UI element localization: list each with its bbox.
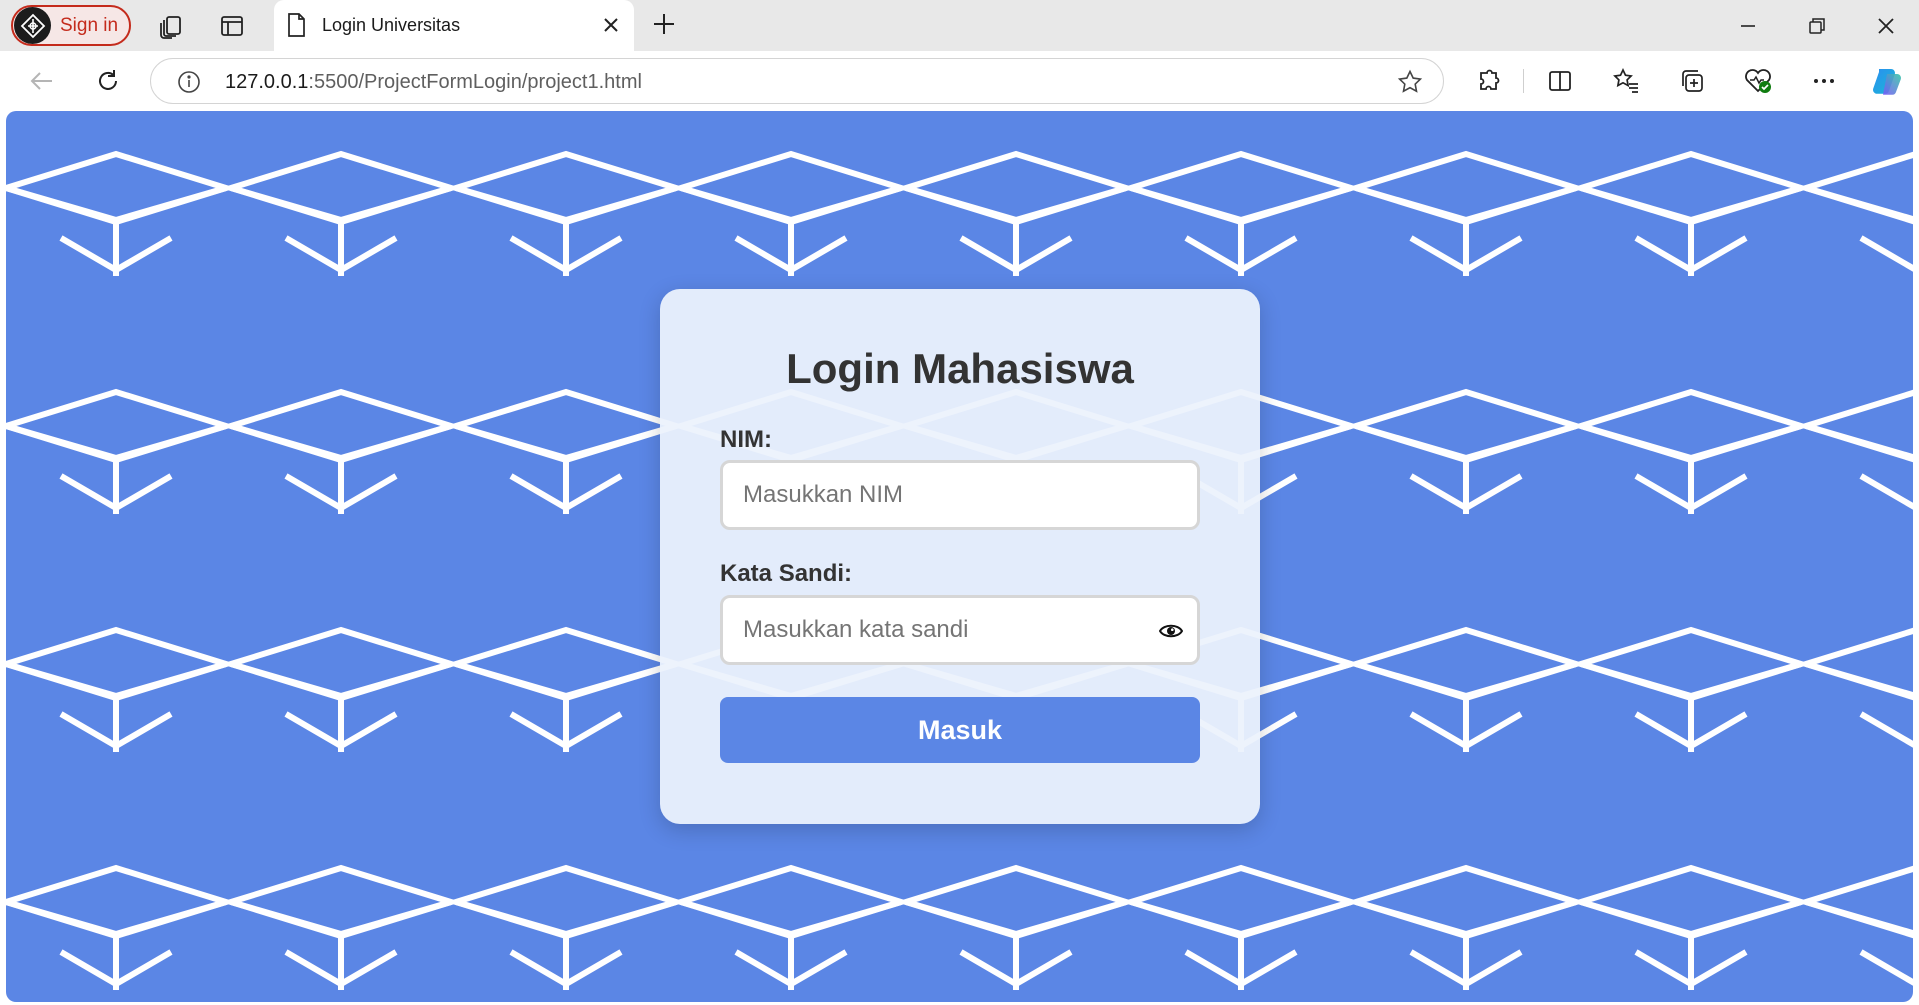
workspaces-icon[interactable] (155, 10, 187, 42)
nim-label: NIM: (720, 426, 772, 453)
graduation-cap-icon (456, 868, 676, 990)
graduation-cap-icon (1806, 868, 1913, 990)
profile-button[interactable]: Sign in (11, 5, 131, 46)
profile-label: Sign in (60, 14, 119, 36)
extensions-icon[interactable] (1470, 63, 1506, 99)
graduation-cap-icon (906, 154, 1126, 276)
graduation-cap-icon (231, 868, 451, 990)
graduation-cap-icon (456, 154, 676, 276)
split-screen-icon[interactable] (1542, 63, 1578, 99)
graduation-cap-icon (1581, 154, 1801, 276)
graduation-cap-icon (1806, 630, 1913, 752)
password-field[interactable] (720, 595, 1200, 665)
browser-toolbar: 127.0.0.1:5500/ProjectFormLogin/project1… (0, 51, 1919, 110)
graduation-cap-icon (681, 154, 901, 276)
login-card: Login Mahasiswa NIM: Kata Sandi: Masuk (660, 289, 1260, 824)
new-tab-icon[interactable] (650, 10, 678, 43)
graduation-cap-icon (456, 392, 676, 514)
browser-tab-bar: Sign in Login Universitas (0, 0, 1919, 51)
page-icon (284, 12, 308, 43)
url-path: :5500/ProjectFormLogin/project1.html (308, 71, 642, 93)
more-options-icon[interactable] (1806, 63, 1842, 99)
close-tab-icon[interactable] (598, 12, 624, 43)
nim-field[interactable] (720, 460, 1200, 530)
page-title: Login Mahasiswa (786, 345, 1134, 392)
graduation-cap-icon (1356, 630, 1576, 752)
graduation-cap-icon (6, 154, 226, 276)
graduation-cap-icon (6, 392, 226, 514)
restore-icon[interactable] (1797, 8, 1837, 44)
url-host: 127.0.0.1 (225, 71, 309, 93)
graduation-cap-icon (1131, 868, 1351, 990)
tab-login-universitas[interactable]: Login Universitas (274, 0, 634, 51)
nim-input[interactable] (723, 463, 1197, 527)
password-input[interactable] (723, 598, 1197, 662)
graduation-cap-icon (906, 868, 1126, 990)
graduation-cap-icon (1806, 154, 1913, 276)
favorites-icon[interactable] (1608, 63, 1644, 99)
graduation-cap-icon (456, 630, 676, 752)
tab-actions-icon[interactable] (216, 10, 248, 42)
close-window-icon[interactable] (1866, 8, 1906, 44)
graduation-cap-icon (1581, 630, 1801, 752)
site-info-icon[interactable] (177, 70, 201, 99)
password-label: Kata Sandi: (720, 560, 853, 587)
url-text: 127.0.0.1:5500/ProjectFormLogin/project1… (225, 71, 642, 94)
graduation-cap-icon (231, 392, 451, 514)
tab-title: Login Universitas (322, 15, 461, 35)
eye-icon[interactable] (1158, 622, 1184, 645)
copilot-icon[interactable] (1868, 63, 1904, 99)
graduation-cap-icon (6, 630, 226, 752)
login-button[interactable]: Masuk (720, 697, 1200, 763)
graduation-cap-icon (1356, 868, 1576, 990)
refresh-icon[interactable] (90, 63, 126, 99)
address-bar[interactable]: 127.0.0.1:5500/ProjectFormLogin/project1… (150, 58, 1444, 104)
collections-icon[interactable] (1674, 63, 1710, 99)
back-arrow-icon[interactable] (24, 63, 60, 99)
graduation-cap-icon (231, 154, 451, 276)
favorite-star-icon[interactable] (1397, 69, 1423, 100)
graduation-cap-icon (1581, 868, 1801, 990)
graduation-cap-icon (681, 868, 901, 990)
graduation-cap-icon (1131, 154, 1351, 276)
page-viewport: Login Mahasiswa NIM: Kata Sandi: Masuk (6, 111, 1913, 1002)
graduation-cap-icon (1356, 154, 1576, 276)
toolbar-divider (1523, 69, 1524, 93)
graduation-cap-icon (1581, 392, 1801, 514)
graduation-cap-icon (6, 868, 226, 990)
graduation-cap-icon (231, 630, 451, 752)
profile-avatar (14, 7, 51, 44)
browser-essentials-icon[interactable] (1740, 63, 1776, 99)
graduation-cap-icon (1356, 392, 1576, 514)
minimize-icon[interactable] (1728, 8, 1768, 44)
graduation-cap-icon (1806, 392, 1913, 514)
